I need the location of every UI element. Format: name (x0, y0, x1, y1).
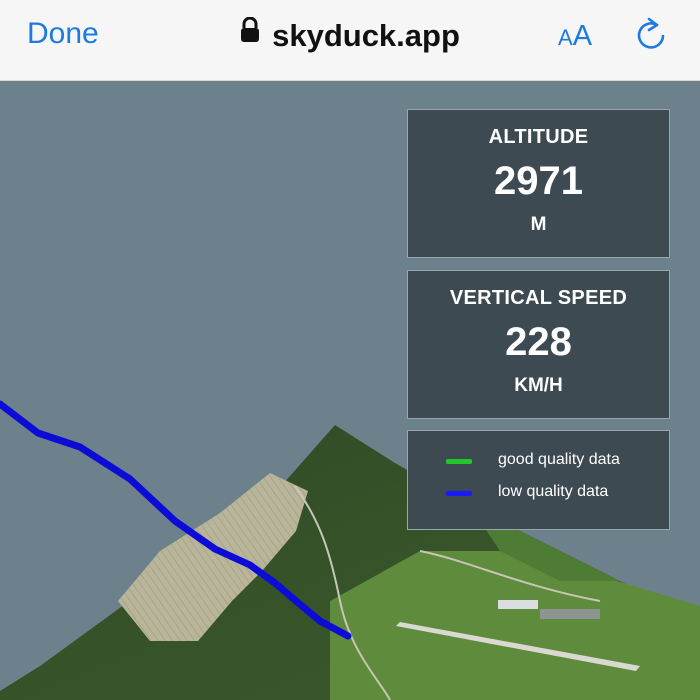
reload-icon[interactable] (634, 16, 668, 52)
legend-swatch-low (446, 491, 472, 496)
legend-item-low: low quality data (408, 481, 669, 505)
legend-swatch-good (446, 459, 472, 464)
text-size-big-glyph: A (572, 20, 593, 52)
lock-icon (240, 15, 260, 51)
text-size-button[interactable]: AA (558, 20, 592, 53)
altitude-panel: ALTITUDE 2971 M (407, 109, 670, 258)
browser-toolbar: Done skyduck.app AA (0, 0, 700, 81)
legend-label-good: good quality data (498, 451, 620, 468)
vertical-speed-panel: VERTICAL SPEED 228 KM/H (407, 270, 670, 419)
address-bar[interactable]: skyduck.app (0, 16, 700, 54)
vertical-speed-label: VERTICAL SPEED (449, 287, 628, 309)
altitude-value: 2971 (494, 159, 583, 203)
legend-label-low: low quality data (498, 483, 609, 500)
airport-apron (540, 609, 600, 619)
url-text: skyduck.app (272, 17, 460, 53)
data-quality-legend: good quality data low quality data (407, 430, 670, 530)
text-size-small-glyph: A (558, 25, 573, 50)
vertical-speed-value: 228 (505, 320, 572, 364)
altitude-label: ALTITUDE (488, 126, 589, 148)
airport-building (498, 600, 538, 609)
altitude-unit: M (530, 214, 547, 235)
terrain-airfield-grass (330, 551, 700, 700)
vertical-speed-unit: KM/H (514, 375, 563, 396)
legend-item-good: good quality data (408, 449, 669, 473)
